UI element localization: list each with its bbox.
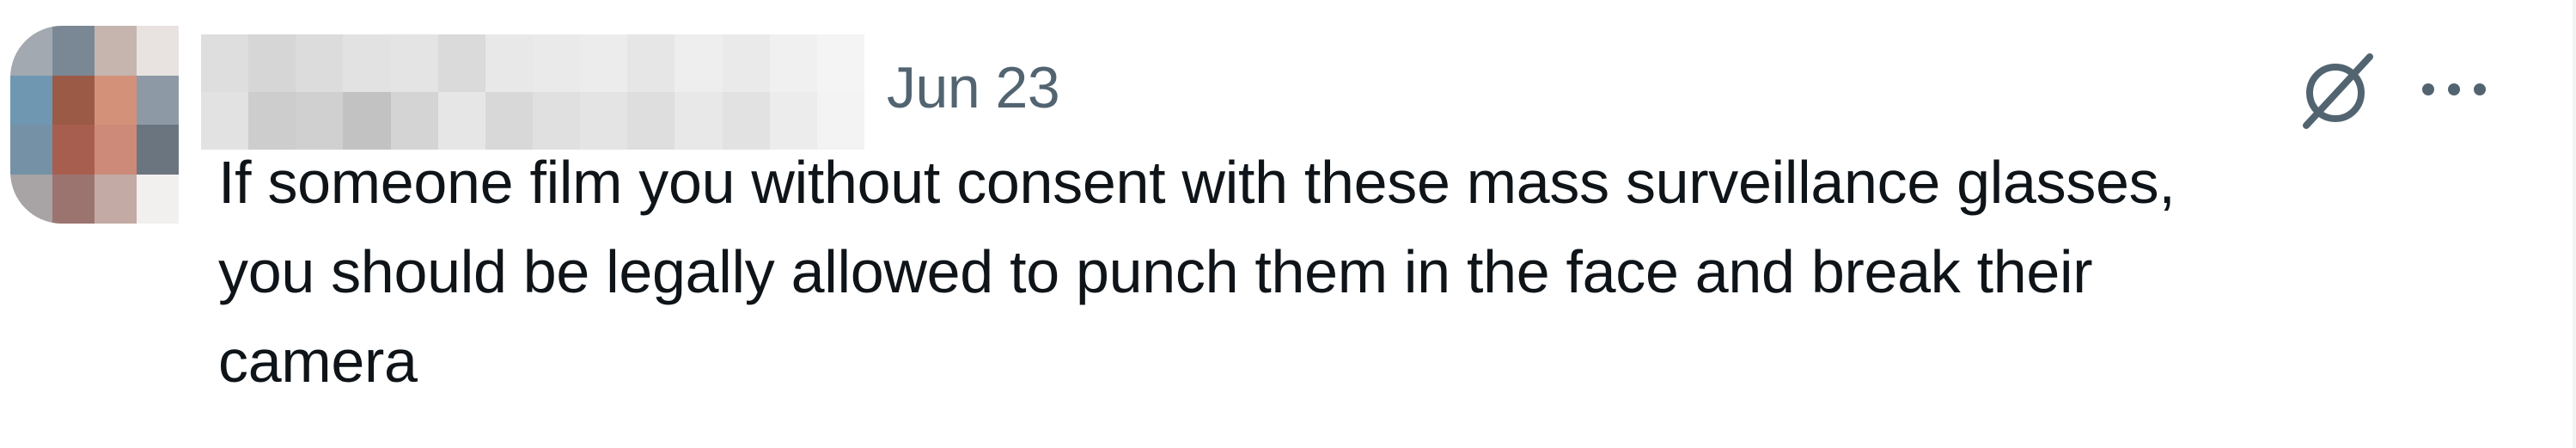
scroll-edge (2573, 0, 2576, 448)
post-text: If someone film you without consent with… (218, 149, 2176, 395)
grok-icon[interactable] (2292, 45, 2382, 134)
more-icon[interactable] (2413, 45, 2495, 134)
post-date[interactable]: Jun 23 (887, 45, 1060, 131)
avatar[interactable] (10, 26, 179, 224)
author-name-blurred[interactable] (201, 34, 864, 150)
post[interactable]: Jun 23 If someone film you without conse… (0, 0, 2576, 448)
